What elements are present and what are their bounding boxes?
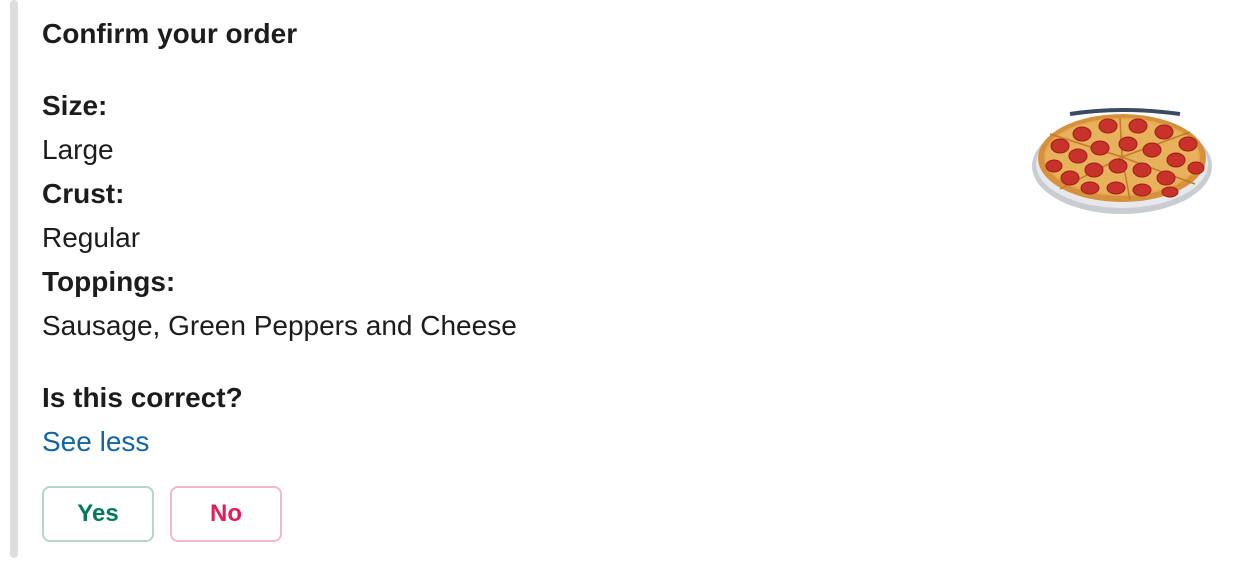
toppings-value: Sausage, Green Peppers and Cheese: [42, 310, 517, 341]
attachment-title: Confirm your order: [42, 18, 298, 49]
pizza-image: [1032, 108, 1212, 214]
attachment-accent-bar: [10, 0, 18, 558]
crust-value: Regular: [42, 222, 141, 253]
message-attachment: Confirm your order Size: Large Crust: Re…: [0, 0, 1240, 574]
size-label: Size:: [42, 90, 108, 121]
action-buttons: Yes No: [42, 486, 282, 542]
crust-label: Crust:: [42, 178, 125, 209]
no-button[interactable]: No: [170, 486, 282, 542]
confirm-question: Is this correct?: [42, 382, 243, 413]
yes-button[interactable]: Yes: [42, 486, 154, 542]
size-value: Large: [42, 134, 114, 165]
toppings-label: Toppings:: [42, 266, 176, 297]
see-less-link[interactable]: See less: [42, 422, 149, 462]
order-fields: Size: Large Crust: Regular Toppings: Sau…: [42, 84, 517, 348]
